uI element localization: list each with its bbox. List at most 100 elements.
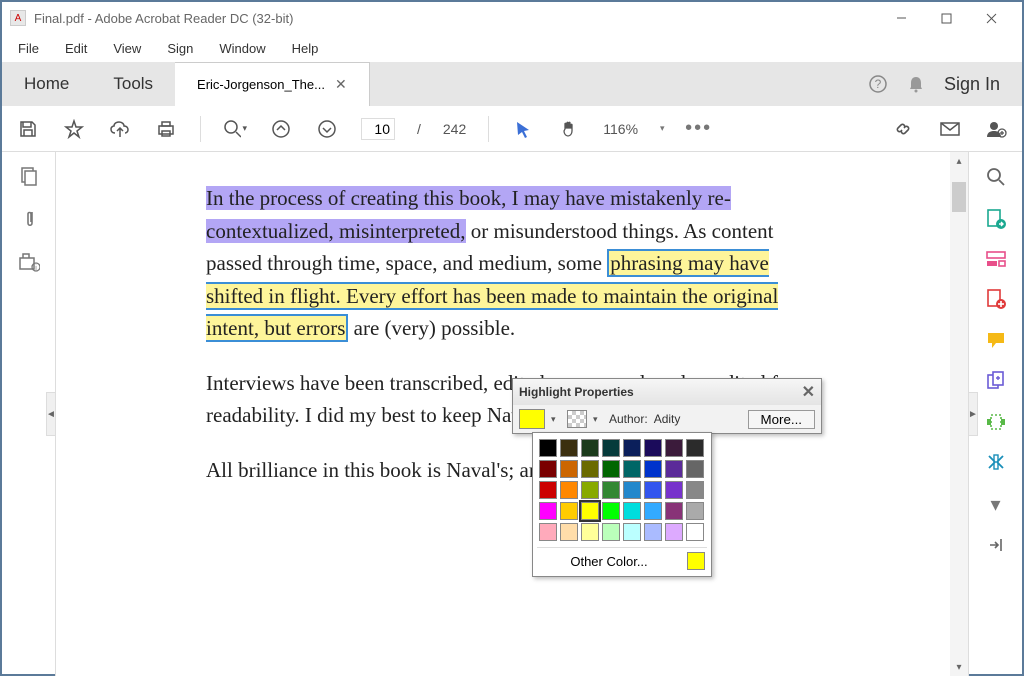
- export-pdf-icon[interactable]: [985, 208, 1007, 230]
- more-button[interactable]: More...: [748, 410, 815, 429]
- color-swatch[interactable]: [602, 523, 620, 541]
- color-swatch[interactable]: [602, 439, 620, 457]
- notifications-icon[interactable]: [906, 74, 926, 94]
- combine-files-icon[interactable]: [985, 370, 1007, 392]
- bookmarks-icon[interactable]: i: [18, 252, 40, 272]
- color-dropdown-icon[interactable]: ▾: [551, 414, 561, 425]
- color-swatch[interactable]: [644, 523, 662, 541]
- tab-close-icon[interactable]: ✕: [335, 76, 347, 93]
- tab-document[interactable]: Eric-Jorgenson_The... ✕: [175, 62, 370, 106]
- star-icon[interactable]: [62, 117, 86, 141]
- right-rail-collapse-button[interactable]: ►: [968, 392, 978, 436]
- color-swatch[interactable]: [581, 460, 599, 478]
- print-icon[interactable]: [154, 117, 178, 141]
- zoom-value[interactable]: 116%: [603, 121, 638, 137]
- color-swatch[interactable]: [665, 502, 683, 520]
- color-swatch[interactable]: [602, 460, 620, 478]
- menu-file[interactable]: File: [12, 39, 45, 58]
- edit-pdf-icon[interactable]: [985, 250, 1007, 268]
- scrollbar-thumb[interactable]: [952, 182, 966, 212]
- share-link-icon[interactable]: [892, 117, 916, 141]
- search-tool-icon[interactable]: [985, 166, 1007, 188]
- attachments-icon[interactable]: [20, 208, 38, 230]
- email-icon[interactable]: [938, 117, 962, 141]
- color-swatch[interactable]: [623, 481, 641, 499]
- window-minimize-button[interactable]: [879, 3, 924, 33]
- save-icon[interactable]: [16, 117, 40, 141]
- color-swatch[interactable]: [560, 439, 578, 457]
- vertical-scrollbar[interactable]: ▴ ▾: [950, 152, 968, 676]
- color-swatch[interactable]: [623, 502, 641, 520]
- more-tools-icon[interactable]: •••: [687, 117, 711, 141]
- compress-icon[interactable]: [985, 452, 1007, 472]
- opacity-dropdown-icon[interactable]: ▾: [593, 414, 603, 425]
- color-swatch[interactable]: [665, 523, 683, 541]
- color-swatch[interactable]: [644, 460, 662, 478]
- window-close-button[interactable]: [969, 3, 1014, 33]
- color-swatch[interactable]: [581, 481, 599, 499]
- color-swatch[interactable]: [539, 439, 557, 457]
- color-swatch[interactable]: [665, 439, 683, 457]
- color-swatch[interactable]: [560, 481, 578, 499]
- color-swatch[interactable]: [623, 460, 641, 478]
- collapse-right-rail-icon[interactable]: [987, 537, 1005, 553]
- color-swatch[interactable]: [686, 502, 704, 520]
- comment-icon[interactable]: [985, 330, 1007, 350]
- color-swatch[interactable]: [581, 439, 599, 457]
- window-maximize-button[interactable]: [924, 3, 969, 33]
- color-swatch[interactable]: [539, 460, 557, 478]
- color-swatch[interactable]: [539, 502, 557, 520]
- left-rail-collapse-button[interactable]: ◄: [46, 392, 56, 436]
- create-pdf-icon[interactable]: [985, 288, 1007, 310]
- menu-help[interactable]: Help: [286, 39, 325, 58]
- highlight-properties-toolbar[interactable]: Highlight Properties ✕ ▾ ▾ Author: Adity…: [512, 378, 822, 434]
- color-swatch[interactable]: [539, 481, 557, 499]
- chevron-down-icon[interactable]: ▾: [990, 492, 1000, 517]
- scroll-down-icon[interactable]: ▾: [950, 658, 968, 676]
- page-up-icon[interactable]: [269, 117, 293, 141]
- zoom-dropdown-icon[interactable]: ▾: [660, 123, 665, 134]
- hand-tool-icon[interactable]: [557, 117, 581, 141]
- color-swatch[interactable]: [560, 523, 578, 541]
- color-swatch[interactable]: [644, 439, 662, 457]
- color-swatch[interactable]: [581, 502, 599, 520]
- organize-pages-icon[interactable]: [985, 412, 1007, 432]
- color-swatch[interactable]: [623, 523, 641, 541]
- color-swatch[interactable]: [644, 502, 662, 520]
- thumbnails-icon[interactable]: [19, 166, 39, 186]
- color-swatch[interactable]: [581, 523, 599, 541]
- color-picker-popup[interactable]: Other Color...: [532, 432, 712, 577]
- highlight-properties-close-icon[interactable]: ✕: [802, 382, 815, 402]
- color-swatch[interactable]: [623, 439, 641, 457]
- zoom-icon[interactable]: ▾: [223, 117, 247, 141]
- add-person-icon[interactable]: [984, 117, 1008, 141]
- highlight-color-swatch[interactable]: [519, 409, 545, 429]
- color-swatch[interactable]: [644, 481, 662, 499]
- color-swatch[interactable]: [665, 481, 683, 499]
- opacity-swatch[interactable]: [567, 410, 587, 428]
- menu-edit[interactable]: Edit: [59, 39, 93, 58]
- help-icon[interactable]: ?: [868, 74, 888, 94]
- menu-window[interactable]: Window: [213, 39, 271, 58]
- tab-home[interactable]: Home: [2, 62, 91, 106]
- selection-tool-icon[interactable]: [511, 117, 535, 141]
- color-swatch[interactable]: [686, 460, 704, 478]
- color-swatch[interactable]: [665, 460, 683, 478]
- color-swatch[interactable]: [560, 502, 578, 520]
- color-swatch[interactable]: [686, 439, 704, 457]
- menu-sign[interactable]: Sign: [161, 39, 199, 58]
- sign-in-link[interactable]: Sign In: [944, 74, 1000, 95]
- page-down-icon[interactable]: [315, 117, 339, 141]
- color-swatch[interactable]: [602, 502, 620, 520]
- other-color-link[interactable]: Other Color...: [539, 554, 679, 569]
- color-swatch[interactable]: [539, 523, 557, 541]
- menu-view[interactable]: View: [107, 39, 147, 58]
- color-swatch[interactable]: [686, 523, 704, 541]
- color-swatch[interactable]: [560, 460, 578, 478]
- page-number-input[interactable]: [361, 118, 395, 140]
- tab-tools[interactable]: Tools: [91, 62, 175, 106]
- scroll-up-icon[interactable]: ▴: [950, 152, 968, 170]
- cloud-upload-icon[interactable]: [108, 117, 132, 141]
- color-swatch[interactable]: [602, 481, 620, 499]
- color-swatch[interactable]: [686, 481, 704, 499]
